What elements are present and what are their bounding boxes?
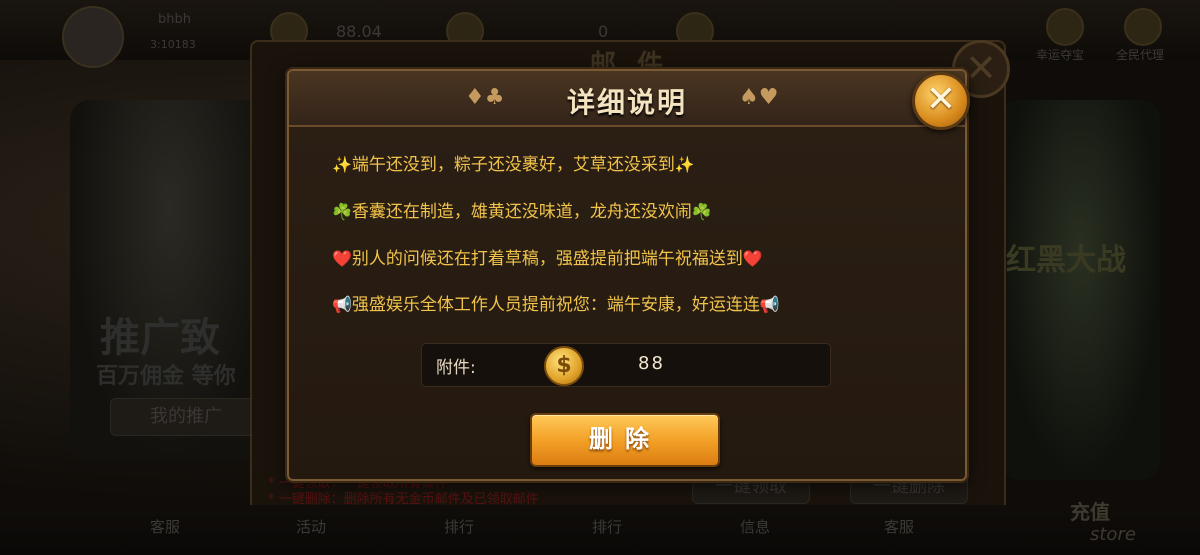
coin-balance: 88.04 (336, 22, 382, 41)
player-name: bhbh (158, 12, 191, 27)
attachment-amount: 88 (638, 353, 665, 374)
shamrock-icon: ☘️ (691, 202, 712, 221)
sparkles-icon: ✨ (332, 155, 352, 174)
message-text: 端午还没到，粽子还没裹好，艾草还没采到 (351, 155, 675, 175)
message-line-1: ✨端午还没到，粽子还没裹好，艾草还没采到✨ (332, 150, 695, 175)
nav-ranking-2[interactable]: 排行 (592, 516, 622, 537)
close-icon[interactable]: ✕ (912, 72, 970, 130)
message-line-2: ☘️香囊还在制造，雄黄还没味道，龙舟还没欢闹☘️ (332, 197, 712, 222)
nav-message[interactable]: 信息 (740, 516, 770, 537)
lucky-draw-icon[interactable] (1046, 8, 1084, 46)
red-black-game-card[interactable] (1000, 100, 1160, 480)
nav-service-2[interactable]: 客服 (884, 516, 914, 537)
nav-service[interactable]: 客服 (150, 516, 180, 537)
nav-activity[interactable]: 活动 (296, 516, 326, 537)
nav-ranking[interactable]: 排行 (444, 516, 474, 537)
attachment-box (421, 343, 831, 387)
store-label: store (1090, 524, 1136, 545)
player-avatar[interactable] (62, 6, 124, 68)
message-line-3: ❤️别人的问候还在打着草稿，强盛提前把端午祝福送到❤️ (332, 244, 763, 269)
lucky-draw-label: 幸运夺宝 (1036, 48, 1085, 62)
player-id: 3:10183 (150, 38, 196, 51)
recharge-button[interactable]: 充值 (1070, 496, 1110, 525)
heart-icon: ❤️ (332, 249, 352, 268)
agent-label: 全民代理 (1116, 48, 1165, 62)
red-black-game-title: 红黑大战 (1006, 243, 1126, 278)
megaphone-icon: 📢 (332, 295, 352, 314)
heart-icon: ❤️ (742, 249, 763, 268)
message-line-4: 📢强盛娱乐全体工作人员提前祝您：端午安康，好运连连📢 (332, 290, 780, 315)
message-text: 别人的问候还在打着草稿，强盛提前把端午祝福送到 (351, 249, 743, 269)
message-text: 强盛娱乐全体工作人员提前祝您：端午安康，好运连连 (351, 295, 760, 315)
shamrock-icon: ☘️ (332, 202, 352, 221)
delete-button[interactable]: 删除 (530, 413, 720, 467)
promo-title: 推广致 (100, 315, 220, 361)
sparkles-icon: ✨ (674, 155, 695, 174)
my-promotion-button[interactable]: 我的推广 (110, 398, 262, 436)
gold-coin-icon: $ (544, 346, 584, 386)
message-text: 香囊还在制造，雄黄还没味道，龙舟还没欢闹 (351, 202, 692, 222)
promo-subtitle: 百万佣金 等你 (96, 364, 236, 389)
agent-icon[interactable] (1124, 8, 1162, 46)
suits-right-icon: ♠♥ (739, 85, 779, 110)
dialog-title: 详细说明 (566, 86, 687, 119)
megaphone-icon: 📢 (759, 295, 780, 314)
attachment-label: 附件: (436, 358, 476, 378)
gem-count: 0 (598, 22, 609, 41)
